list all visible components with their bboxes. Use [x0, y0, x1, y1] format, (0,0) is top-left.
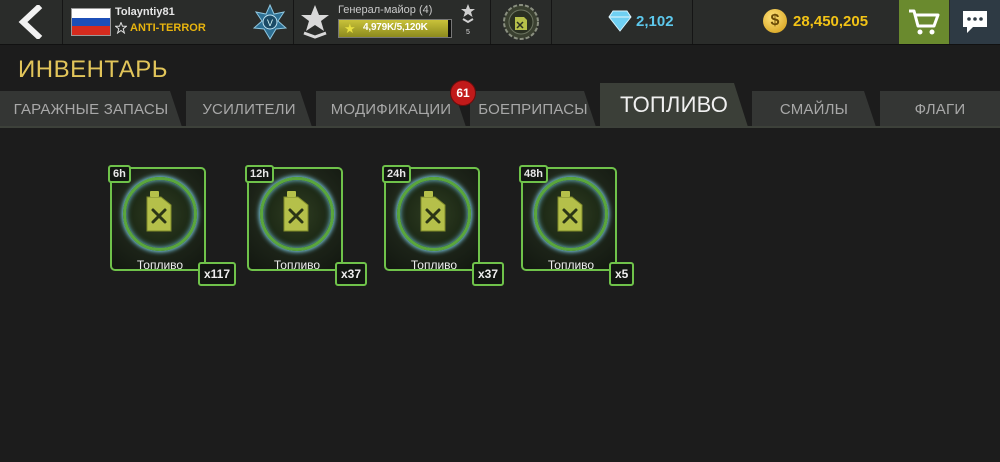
duration-tag: 48h — [519, 165, 548, 183]
tab-ammo[interactable]: БОЕПРИПАСЫ — [470, 91, 596, 127]
player-name: Tolayntiy81 — [115, 6, 175, 18]
back-arrow-icon — [18, 5, 43, 39]
tab-modifications[interactable]: МОДИФИКАЦИИ — [316, 91, 466, 127]
duration-tag: 6h — [108, 165, 131, 183]
tab-flags[interactable]: ФЛАГИ — [880, 91, 1000, 127]
item-label: Топливо — [273, 258, 321, 272]
tab-garage-supplies[interactable]: ГАРАЖНЫЕ ЗАПАСЫ — [0, 91, 182, 127]
xp-progress-bar: ★ 4,979K/5,120K — [338, 19, 452, 38]
tab-boosters[interactable]: УСИЛИТЕЛИ — [186, 91, 312, 127]
country-flag — [71, 8, 111, 36]
flag-stripe — [72, 17, 110, 27]
gems-amount: 2,102 — [636, 13, 674, 30]
tab-label: МОДИФИКАЦИИ — [330, 100, 452, 118]
tab-label: СМАЙЛЫ — [779, 100, 849, 118]
back-button[interactable] — [0, 0, 63, 44]
jerrycan-icon — [557, 191, 583, 232]
svg-text:V: V — [267, 18, 273, 28]
item-label: Топливо — [410, 258, 458, 272]
inventory-tabs: ГАРАЖНЫЕ ЗАПАСЫ УСИЛИТЕЛИ МОДИФИКАЦИИ БО… — [0, 91, 1000, 127]
inventory-item-fuel-48h[interactable]: Топливо 48h x5 — [519, 165, 635, 286]
rank-panel[interactable]: Генерал-майор (4) ★ 4,979K/5,120K 5 — [294, 0, 491, 44]
gems-panel[interactable]: 2,102 — [552, 0, 693, 44]
xp-star-icon: ★ — [344, 21, 356, 36]
clan-star-icon — [115, 22, 127, 34]
inventory-item-fuel-24h[interactable]: Топливо 24h x37 — [382, 165, 505, 286]
tab-label: ТОПЛИВО — [619, 92, 729, 117]
duration-tag: 24h — [382, 165, 411, 183]
quantity-tag: x37 — [335, 262, 368, 286]
rank-insignia-icon — [301, 5, 329, 39]
tab-label: БОЕПРИПАСЫ — [478, 100, 588, 118]
fuel-status-button[interactable] — [491, 0, 552, 44]
coins-panel[interactable]: $ 28,450,205 — [693, 0, 900, 44]
jerrycan-icon — [420, 191, 446, 232]
item-label: Топливо — [136, 258, 184, 272]
next-rank-insignia-icon — [461, 4, 475, 24]
next-rank-number: 5 — [466, 29, 470, 36]
xp-text: 4,979K/5,120K — [363, 22, 428, 33]
tab-label: ФЛАГИ — [914, 100, 966, 118]
shop-button[interactable] — [899, 0, 949, 44]
inventory-item-fuel-6h[interactable]: Топливо 6h x117 — [108, 165, 237, 286]
jerrycan-icon — [146, 191, 172, 232]
inventory-item-fuel-12h[interactable]: Топливо 12h x37 — [245, 165, 368, 286]
rank-title: Генерал-майор (4) — [338, 4, 433, 16]
clan-name: ANTI-TERROR — [130, 22, 206, 34]
coins-amount: 28,450,205 — [793, 13, 869, 30]
tabs-underline — [0, 126, 1000, 128]
quantity-tag: x5 — [609, 262, 635, 286]
tab-fuel[interactable]: ТОПЛИВО — [600, 83, 748, 127]
coin-icon: $ — [763, 9, 787, 33]
fuel-gauge-icon — [503, 4, 539, 40]
quantity-tag: x37 — [472, 262, 505, 286]
quantity-tag: x117 — [198, 262, 237, 286]
diamond-icon — [608, 10, 632, 32]
tab-label: ГАРАЖНЫЕ ЗАПАСЫ — [13, 100, 169, 118]
top-bar: Tolayntiy81 ANTI-TERROR V Генерал-майор … — [0, 0, 1000, 45]
tab-label: УСИЛИТЕЛИ — [202, 100, 296, 118]
duration-tag: 12h — [245, 165, 274, 183]
item-label: Топливо — [547, 258, 595, 272]
notification-badge: 61 — [450, 80, 476, 106]
page-title: ИНВЕНТАРЬ — [18, 56, 169, 83]
chat-button[interactable] — [950, 0, 1000, 44]
shopping-cart-icon — [909, 9, 940, 35]
flag-stripe — [72, 9, 110, 18]
jerrycan-icon — [283, 191, 309, 232]
player-panel[interactable]: Tolayntiy81 ANTI-TERROR V — [63, 0, 294, 44]
clan-tag: ANTI-TERROR — [115, 22, 206, 34]
chat-bubble-icon — [963, 11, 987, 33]
tab-emotes[interactable]: СМАЙЛЫ — [752, 91, 876, 127]
clan-emblem-icon[interactable]: V — [253, 4, 287, 40]
next-rank: 5 — [458, 4, 478, 36]
flag-stripe — [72, 26, 110, 35]
